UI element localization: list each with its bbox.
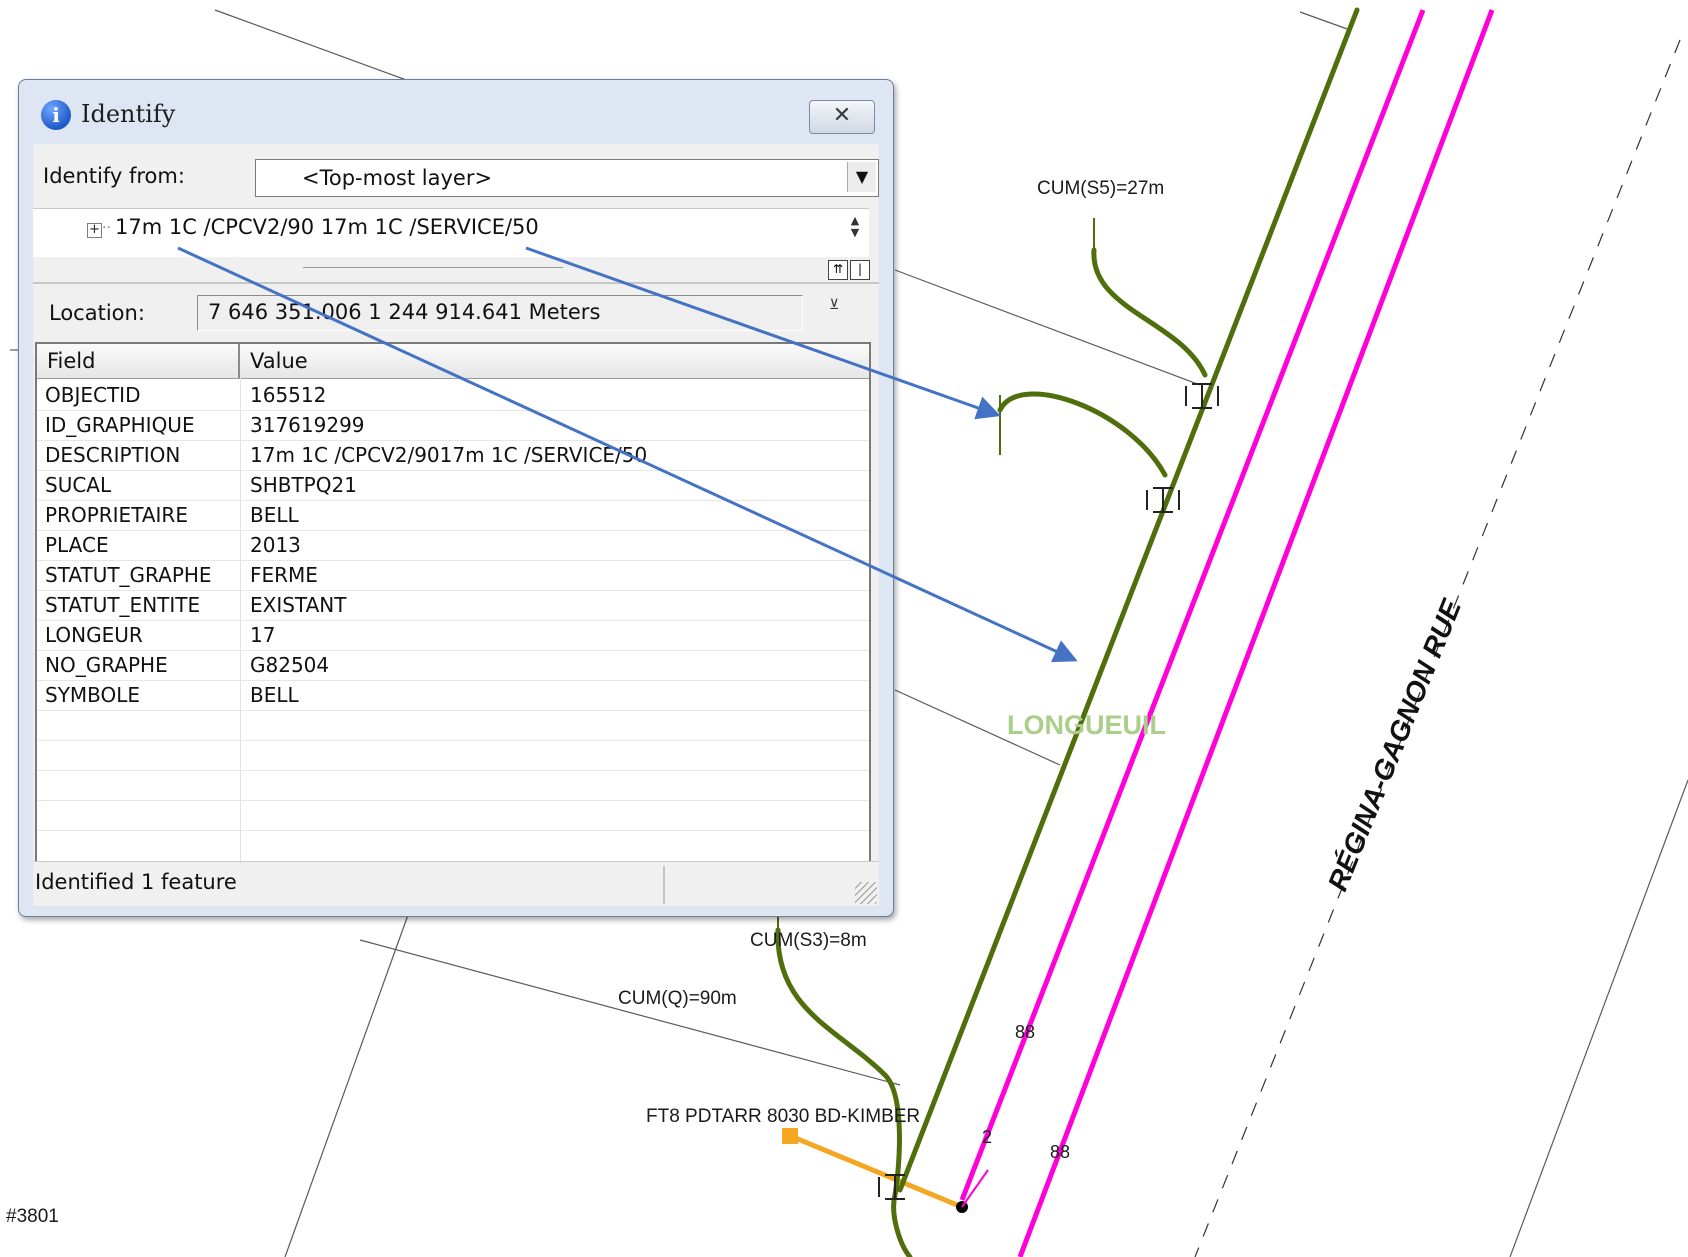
field-cell: STATUT_GRAPHE	[45, 563, 212, 587]
close-button[interactable]: ✕	[809, 100, 875, 134]
column-header-value[interactable]: Value	[240, 344, 869, 378]
results-tree[interactable]: + ·· 17m 1C /CPCV2/90 17m 1C /SERVICE/50…	[33, 208, 869, 257]
table-row[interactable]: LONGEUR 17	[37, 620, 869, 651]
identify-window[interactable]: i Identify ✕ Identify from: <Top-most la…	[18, 79, 894, 917]
field-cell: SUCAL	[45, 473, 112, 497]
value-cell: G82504	[250, 653, 330, 677]
field-cell: SYMBOLE	[45, 683, 141, 707]
table-row[interactable]: STATUT_ENTITE EXISTANT	[37, 590, 869, 621]
identify-from-dropdown[interactable]: <Top-most layer> ▼	[255, 159, 879, 197]
cum-s5-label: CUM(S5)=27m	[1037, 178, 1164, 199]
table-row[interactable]	[37, 740, 869, 771]
cum-s3-label: CUM(S3)=8m	[750, 930, 867, 951]
resize-grip-icon[interactable]	[855, 882, 877, 904]
pane-toggle-icon[interactable]: |	[850, 260, 870, 280]
field-cell: DESCRIPTION	[45, 443, 181, 467]
table-row[interactable]: OBJECTID 165512	[37, 380, 869, 411]
table-row[interactable]: PROPRIETAIRE BELL	[37, 500, 869, 531]
value-cell: 2013	[250, 533, 301, 557]
table-row[interactable]: NO_GRAPHE G82504	[37, 650, 869, 681]
identify-from-value: <Top-most layer>	[302, 166, 493, 190]
field-cell: OBJECTID	[45, 383, 141, 407]
tree-scrollbar[interactable]: ▲ ▼	[847, 215, 863, 239]
table-row[interactable]: ID_GRAPHIQUE 317619299	[37, 410, 869, 441]
field-cell: STATUT_ENTITE	[45, 593, 201, 617]
field-cell: NO_GRAPHE	[45, 653, 168, 677]
service-drop	[782, 1128, 989, 1213]
ft8-label: FT8 PDTARR 8030 BD-KIMBER	[646, 1106, 920, 1127]
attribute-table[interactable]: Field Value OBJECTID 165512 ID_GRAPHIQUE 31…	[35, 342, 871, 864]
table-row[interactable]: STATUT_GRAPHE FERME	[37, 560, 869, 591]
value-cell: 165512	[250, 383, 327, 407]
table-header: Field Value	[37, 344, 869, 379]
table-row[interactable]	[37, 710, 869, 741]
window-title: Identify	[81, 100, 176, 128]
chevron-down-icon[interactable]: ▼	[847, 162, 876, 192]
value-cell: FERME	[250, 563, 318, 587]
location-field[interactable]: 7 646 351.006 1 244 914.641 Meters	[197, 295, 803, 331]
value-cell: 17m 1C /CPCV2/9017m 1C /SERVICE/50	[250, 443, 648, 467]
field-cell: ID_GRAPHIQUE	[45, 413, 195, 437]
value-cell: 317619299	[250, 413, 365, 437]
value-cell: SHBTPQ21	[250, 473, 357, 497]
info-icon: i	[41, 100, 71, 130]
table-row[interactable]: SYMBOLE BELL	[37, 680, 869, 711]
collapse-pane-icon[interactable]: ⇈	[828, 260, 848, 280]
cum-q-label: CUM(Q)=90m	[618, 988, 737, 1009]
value-cell: 17	[250, 623, 276, 647]
table-row[interactable]	[37, 800, 869, 831]
location-value: 7 646 351.006 1 244 914.641 Meters	[208, 300, 601, 324]
location-options-icon[interactable]: ⊻	[829, 297, 839, 313]
edge-id-label: #3801	[6, 1206, 59, 1227]
identify-client-area: Identify from: <Top-most layer> ▼ + ·· 1…	[33, 144, 879, 906]
longueuil-label: LONGUEUIL	[1007, 710, 1166, 740]
status-divider	[663, 866, 665, 904]
value-cell: EXISTANT	[250, 593, 347, 617]
location-label: Location:	[49, 301, 145, 325]
section-divider	[33, 282, 879, 284]
table-row[interactable]: DESCRIPTION 17m 1C /CPCV2/9017m 1C /SERVI…	[37, 440, 869, 471]
table-row[interactable]	[37, 770, 869, 801]
table-row[interactable]: SUCAL SHBTPQ21	[37, 470, 869, 501]
tree-item-feature[interactable]: 17m 1C /CPCV2/90 17m 1C /SERVICE/50	[115, 215, 539, 239]
tree-connector: ··	[102, 220, 111, 236]
street-name-label: RÉGINA-GAGNON RUE	[1322, 594, 1468, 895]
title-bar[interactable]: i Identify ✕	[19, 80, 893, 138]
status-text: Identified 1 feature	[35, 870, 237, 894]
number-88-upper: 88	[1015, 1022, 1035, 1042]
field-cell: PROPRIETAIRE	[45, 503, 188, 527]
field-cell: LONGEUR	[45, 623, 143, 647]
expand-plus-icon[interactable]: +	[87, 223, 102, 238]
field-cell: PLACE	[45, 533, 109, 557]
pane-splitter[interactable]	[303, 267, 563, 268]
number-2-label: 2	[982, 1127, 992, 1147]
table-row[interactable]: PLACE 2013	[37, 530, 869, 561]
status-bar: Identified 1 feature	[33, 861, 879, 906]
value-cell: BELL	[250, 683, 299, 707]
value-cell: BELL	[250, 503, 299, 527]
number-88-lower: 88	[1050, 1142, 1070, 1162]
column-header-field[interactable]: Field	[37, 344, 240, 378]
identify-from-label: Identify from:	[43, 164, 185, 188]
